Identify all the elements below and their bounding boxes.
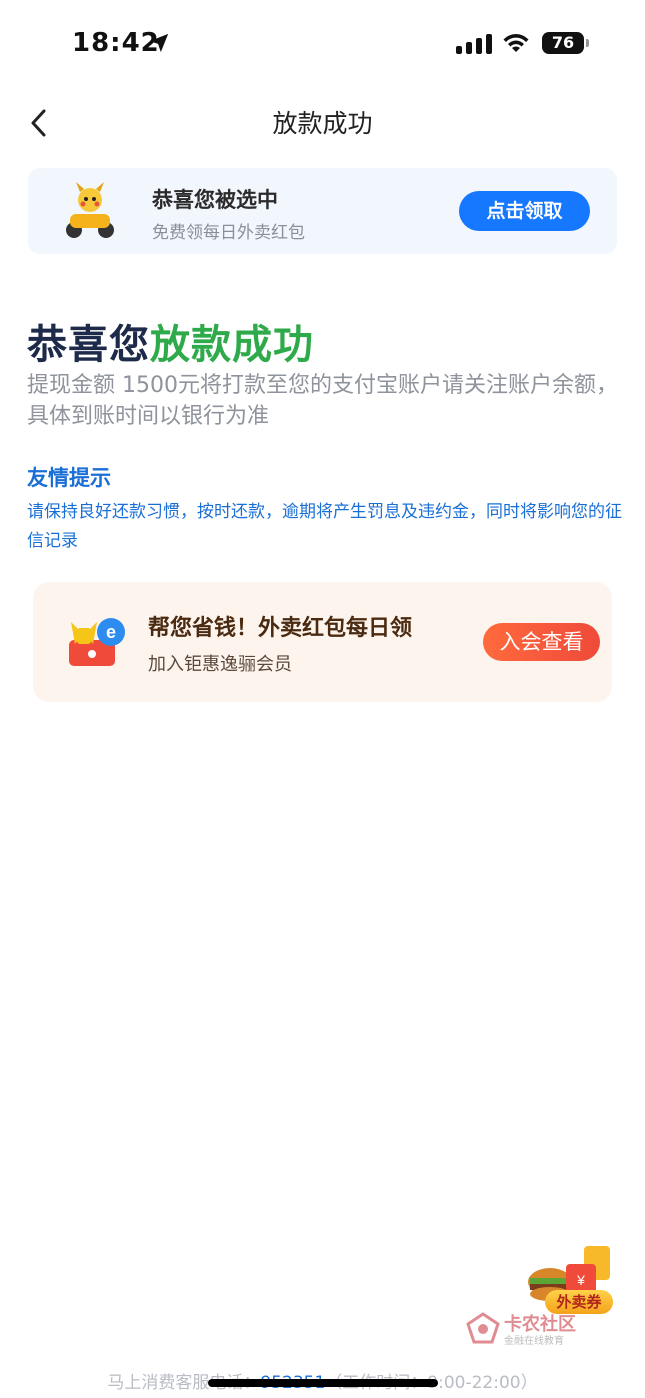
watermark: 卡农社区 金融在线教育 — [466, 1310, 596, 1347]
top-banner[interactable]: 恭喜您被选中 免费领每日外卖红包 点击领取 — [28, 168, 617, 254]
nav-bar: 放款成功 — [0, 96, 645, 152]
claim-button[interactable]: 点击领取 — [459, 191, 590, 231]
tip-title: 友情提示 — [27, 466, 111, 490]
watermark-logo-icon — [466, 1312, 500, 1344]
promo-banner[interactable]: e 帮您省钱！外卖红包每日领 加入钜惠逸骊会员 入会查看 — [33, 582, 612, 702]
headline-prefix: 恭喜您 — [27, 322, 150, 368]
page-title: 放款成功 — [272, 109, 373, 138]
success-headline: 恭喜您放款成功 — [27, 312, 314, 370]
tip-text: 请保持良好还款习惯，按时还款，逾期将产生罚息及违约金，同时将影响您的征信记录 — [27, 502, 622, 551]
top-banner-title: 恭喜您被选中 — [152, 188, 278, 212]
battery-icon: 76 — [542, 32, 584, 54]
promo-banner-title: 帮您省钱！外卖红包每日领 — [148, 616, 413, 641]
top-banner-subtitle: 免费领每日外卖红包 — [152, 223, 305, 243]
svg-text:e: e — [106, 622, 116, 642]
member-logo-icon: e — [69, 618, 125, 666]
battery-level: 76 — [551, 33, 575, 52]
withdraw-description: 提现金额 1500元将打款至您的支付宝账户请关注账户余额，具体到账时间以银行为准 — [27, 373, 618, 429]
chevron-left-icon[interactable] — [24, 106, 54, 140]
wifi-icon — [503, 34, 529, 52]
watermark-subtitle: 金融在线教育 — [504, 1336, 564, 1347]
promo-banner-subtitle: 加入钜惠逸骊会员 — [148, 654, 292, 675]
status-bar: 18:42 76 — [0, 0, 645, 88]
battery-cap — [586, 39, 589, 47]
location-arrow-icon — [149, 33, 169, 53]
status-time: 18:42 — [72, 28, 160, 58]
delivery-rider-icon — [66, 182, 114, 238]
headline-highlight: 放款成功 — [150, 322, 314, 368]
join-member-button[interactable]: 入会查看 — [483, 623, 600, 661]
home-indicator[interactable] — [208, 1379, 438, 1387]
svg-text:¥: ¥ — [576, 1272, 585, 1288]
signal-icon — [456, 34, 492, 54]
